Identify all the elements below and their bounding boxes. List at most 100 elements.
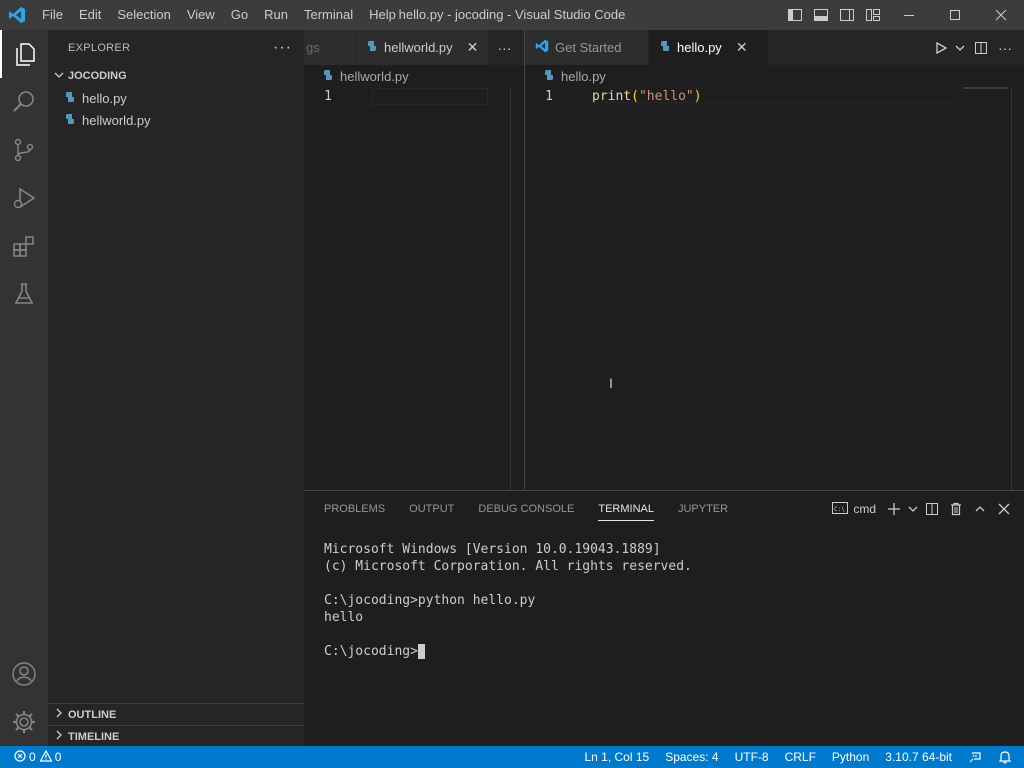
terminal-line: Microsoft Windows [Version 10.0.19043.18… [324, 542, 661, 557]
language-mode[interactable]: Python [824, 746, 877, 768]
terminal-prompt: C:\jocoding> [324, 644, 418, 659]
terminal-prompt-line[interactable]: C:\jocoding> [324, 643, 1004, 660]
folder-name: JOCODING [68, 70, 127, 82]
explorer-sidebar: EXPLORER ··· JOCODING hello.py hellworld… [48, 30, 304, 746]
terminal-output[interactable]: Microsoft Windows [Version 10.0.19043.18… [304, 527, 1024, 674]
more-actions-icon[interactable]: ··· [994, 40, 1016, 56]
close-tab-icon[interactable]: ✕ [736, 39, 748, 56]
timeline-section[interactable]: TIMELINE [48, 725, 304, 747]
notifications-bell-icon[interactable] [990, 746, 1024, 768]
close-panel-icon[interactable] [992, 497, 1016, 521]
terminal-line: hello [324, 610, 364, 625]
maximize-icon[interactable] [932, 0, 978, 30]
line-number: 1 [545, 89, 553, 104]
file-name: hellworld.py [82, 112, 151, 128]
close-window-icon[interactable] [978, 0, 1024, 30]
source-control-icon[interactable] [0, 126, 48, 174]
menu-selection[interactable]: Selection [109, 0, 178, 30]
svg-text:C:\: C:\ [834, 506, 845, 513]
bottom-panel: PROBLEMS OUTPUT DEBUG CONSOLE TERMINAL J… [304, 490, 1024, 746]
shell-name: cmd [853, 502, 876, 516]
customize-layout-icon[interactable] [860, 0, 886, 30]
menu-file[interactable]: File [34, 0, 71, 30]
tab-problems[interactable]: PROBLEMS [324, 491, 385, 527]
search-icon[interactable] [0, 78, 48, 126]
testing-icon[interactable] [0, 270, 48, 318]
python-interpreter[interactable]: 3.10.7 64-bit [877, 746, 960, 768]
terminal-shell-selector[interactable]: C:\ cmd [832, 501, 876, 518]
menu-go[interactable]: Go [223, 0, 256, 30]
encoding[interactable]: UTF-8 [727, 746, 777, 768]
chevron-down-icon [54, 70, 68, 83]
terminal-icon: C:\ [832, 501, 849, 518]
run-python-file-icon[interactable] [930, 41, 952, 55]
tab-label: Get Started [555, 40, 622, 55]
cursor-position[interactable]: Ln 1, Col 15 [576, 746, 657, 768]
menu-help[interactable]: Help [361, 0, 404, 30]
scrollbar-track[interactable] [1011, 87, 1012, 490]
new-terminal-plus-icon[interactable] [882, 497, 906, 521]
tab-hellworld[interactable]: hellworld.py ✕ [356, 30, 490, 65]
breadcrumb-file[interactable]: hello.py [561, 69, 606, 84]
python-file-icon [543, 69, 555, 84]
problems-status[interactable]: 0 0 [0, 746, 69, 768]
file-item-hellworld[interactable]: hellworld.py [48, 109, 304, 131]
terminal-line: (c) Microsoft Corporation. All rights re… [324, 559, 692, 574]
minimize-icon[interactable] [886, 0, 932, 30]
trash-icon[interactable] [944, 497, 968, 521]
menu-view[interactable]: View [179, 0, 223, 30]
tab-output[interactable]: OUTPUT [409, 491, 454, 527]
activity-bar [0, 30, 48, 746]
accounts-icon[interactable] [0, 650, 48, 698]
vscode-logo-icon [0, 0, 34, 30]
menu-edit[interactable]: Edit [71, 0, 109, 30]
editor-group-1[interactable]: hellworld.py 1 [304, 65, 524, 490]
tab-debug-console[interactable]: DEBUG CONSOLE [478, 491, 574, 527]
chevron-right-icon [54, 708, 68, 721]
breadcrumb: hello.py [525, 65, 1024, 87]
split-editor-icon[interactable] [968, 41, 994, 55]
chevron-up-icon[interactable] [968, 497, 992, 521]
feedback-icon[interactable] [960, 746, 990, 768]
run-debug-icon[interactable] [0, 174, 48, 222]
toggle-panel-icon[interactable] [808, 0, 834, 30]
menu-run[interactable]: Run [256, 0, 296, 30]
breadcrumb-file[interactable]: hellworld.py [340, 69, 409, 84]
code-line[interactable]: 1 print("hello") [525, 87, 1024, 106]
minimap-slider[interactable] [963, 87, 1008, 89]
tab-hello[interactable]: hello.py ✕ [649, 30, 769, 65]
toggle-secondary-sidebar-icon[interactable] [834, 0, 860, 30]
window-title: hello.py - jocoding - Visual Studio Code [398, 7, 626, 22]
toggle-primary-sidebar-icon[interactable] [782, 0, 808, 30]
file-item-hello[interactable]: hello.py [48, 87, 304, 109]
menu-terminal[interactable]: Terminal [296, 0, 361, 30]
folder-jocoding[interactable]: JOCODING [48, 65, 304, 87]
more-actions-icon[interactable]: ··· [489, 30, 521, 65]
tab-jupyter[interactable]: JUPYTER [678, 491, 728, 527]
more-actions-icon[interactable]: ··· [273, 39, 292, 57]
current-line-border [592, 102, 954, 103]
python-file-icon [322, 69, 334, 84]
extensions-icon[interactable] [0, 222, 48, 270]
editor-group-2[interactable]: hello.py 1 print("hello") I [525, 65, 1024, 490]
tab-partial[interactable]: gs [304, 30, 356, 65]
terminal-cursor [417, 644, 425, 659]
outline-label: OUTLINE [68, 708, 117, 721]
outline-section[interactable]: OUTLINE [48, 703, 304, 725]
tab-terminal[interactable]: TERMINAL [598, 491, 654, 527]
title-bar: File Edit Selection View Go Run Terminal… [0, 0, 1024, 30]
tab-label: hellworld.py [384, 40, 453, 55]
tab-get-started[interactable]: Get Started [525, 30, 649, 65]
end-of-line[interactable]: CRLF [777, 746, 824, 768]
close-tab-icon[interactable]: ✕ [467, 39, 479, 56]
warning-count: 0 [54, 750, 62, 764]
explorer-icon[interactable] [0, 30, 48, 78]
chevron-down-icon[interactable] [906, 497, 920, 521]
code-line[interactable]: 1 [304, 87, 524, 106]
chevron-down-icon[interactable] [952, 43, 968, 53]
indentation[interactable]: Spaces: 4 [657, 746, 726, 768]
split-terminal-icon[interactable] [920, 497, 944, 521]
settings-gear-icon[interactable] [0, 698, 48, 746]
